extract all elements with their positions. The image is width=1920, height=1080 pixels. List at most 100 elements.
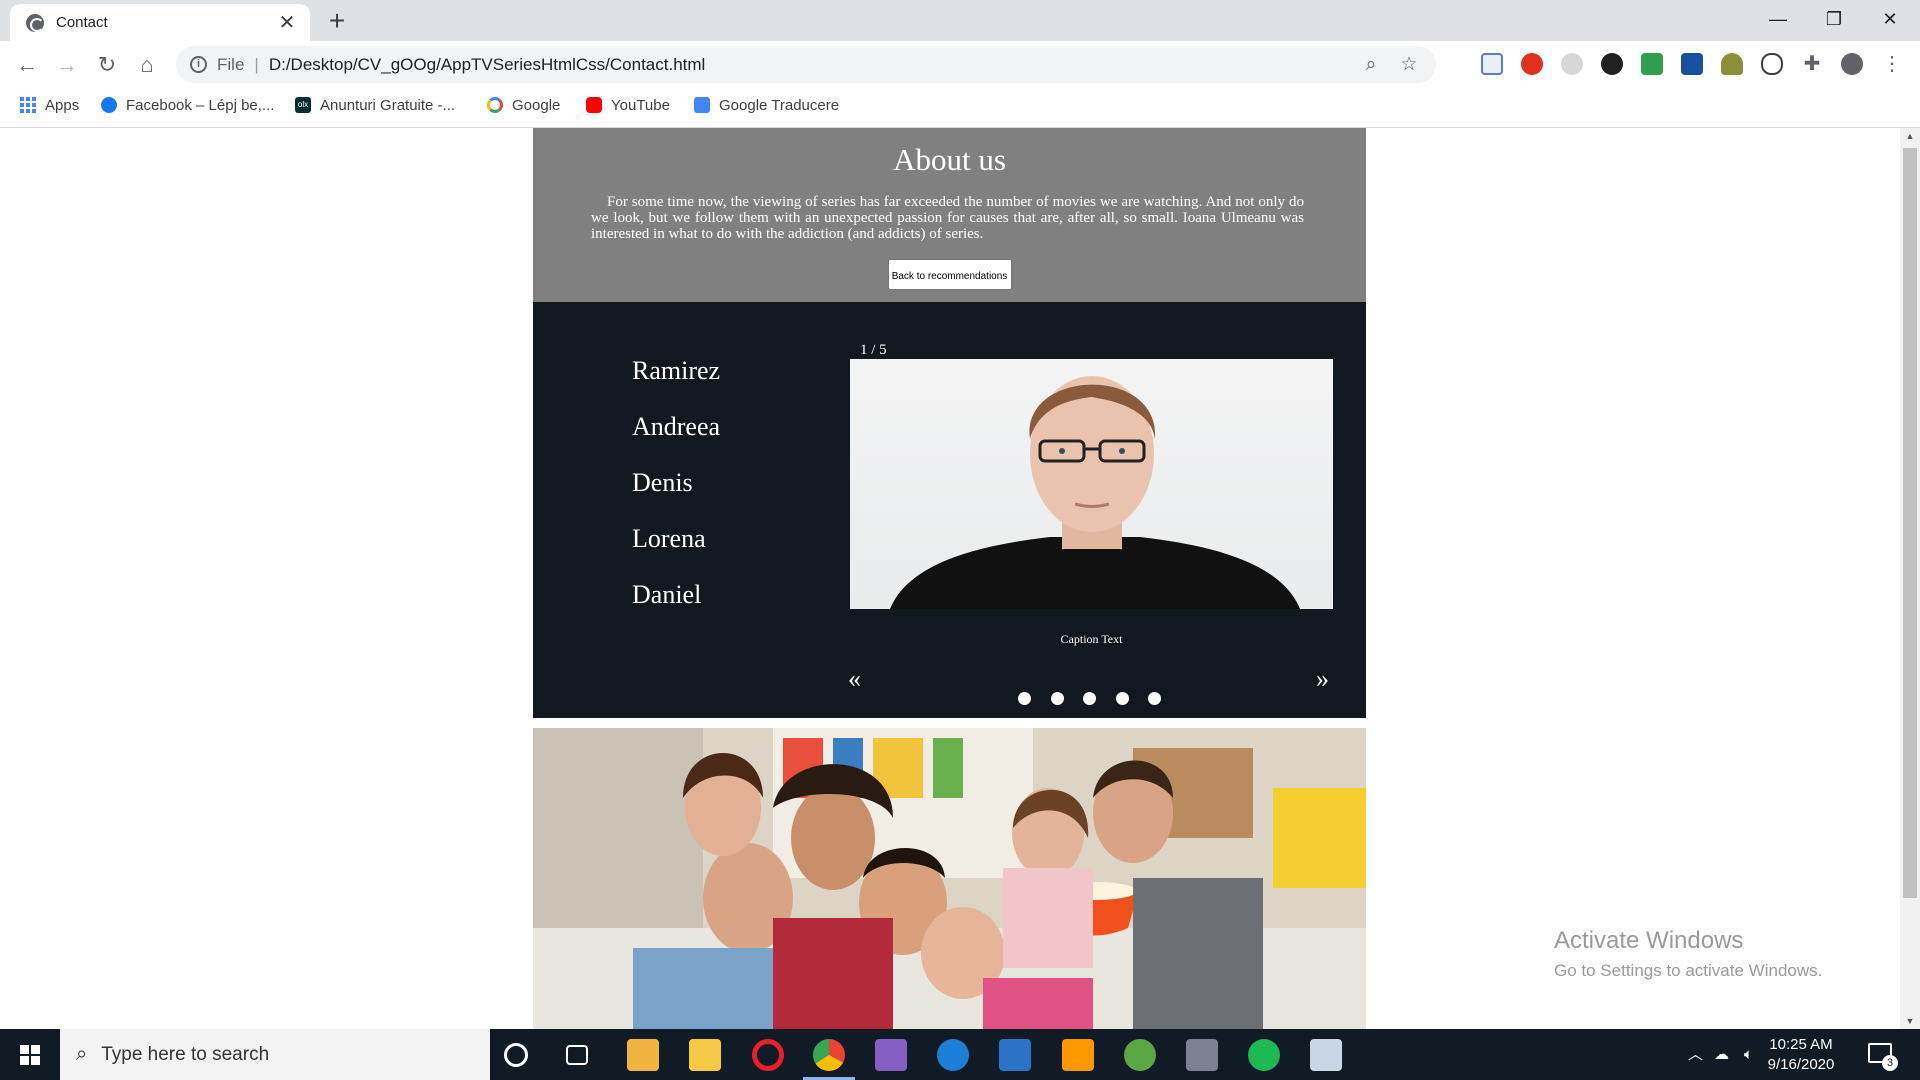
minimize-window-button[interactable]: —: [1750, 4, 1806, 34]
app-window-icon[interactable]: [1310, 1039, 1342, 1071]
back-to-recommendations-button[interactable]: Back to recommendations: [887, 259, 1012, 290]
vertical-scrollbar[interactable]: ▲ ▼: [1900, 128, 1920, 1029]
reload-button[interactable]: ↻: [91, 49, 123, 81]
opera-icon[interactable]: [752, 1039, 784, 1071]
file-explorer-icon[interactable]: [689, 1039, 721, 1071]
info-icon[interactable]: i: [190, 56, 207, 73]
app-icon[interactable]: [1186, 1039, 1218, 1071]
friends-watching-tv-image: [533, 728, 1366, 1029]
browser-tab-contact[interactable]: Contact ✕: [10, 4, 310, 41]
spotify-icon[interactable]: [1248, 1039, 1280, 1071]
next-slide-button[interactable]: »: [1316, 666, 1329, 692]
bookmark-label: Google: [512, 96, 561, 114]
slide-dot[interactable]: [1115, 692, 1129, 705]
restore-window-button[interactable]: ❐: [1806, 4, 1862, 34]
forward-button[interactable]: →: [51, 49, 83, 81]
team-section: Ramirez Andreea Denis Lorena Daniel 1 / …: [533, 302, 1366, 718]
team-member-name[interactable]: Denis: [632, 468, 720, 524]
facebook-icon: [101, 97, 117, 113]
watermark-title: Activate Windows: [1554, 927, 1744, 954]
volume-icon[interactable]: 🔈︎: [1744, 1029, 1753, 1080]
close-tab-icon[interactable]: ✕: [276, 10, 298, 35]
activate-windows-watermark: Activate Windows Go to Settings to activ…: [1554, 927, 1822, 981]
scroll-up-arrow-icon[interactable]: ▲: [1900, 128, 1920, 144]
slide-counter: 1 / 5: [860, 342, 887, 358]
slide-dot[interactable]: [1083, 692, 1096, 705]
action-center-icon[interactable]: 3: [1868, 1043, 1898, 1071]
browser-tabstrip: Contact ✕ + — ❐ ✕: [0, 0, 1920, 41]
team-member-name[interactable]: Daniel: [632, 580, 720, 636]
page-viewport: About us For some time now, the viewing …: [0, 128, 1920, 1029]
about-section: About us For some time now, the viewing …: [533, 128, 1366, 302]
bookmark-star-icon[interactable]: ☆: [1394, 46, 1424, 83]
team-member-name[interactable]: Andreea: [632, 412, 720, 468]
dollar-icon[interactable]: [1641, 53, 1663, 75]
windows-logo-icon: [20, 1044, 40, 1065]
visual-studio-icon[interactable]: [875, 1039, 907, 1071]
new-tab-button[interactable]: +: [322, 6, 352, 36]
extension-icon[interactable]: [1681, 53, 1703, 75]
sublime-text-icon[interactable]: [1062, 1039, 1094, 1071]
start-button[interactable]: [0, 1029, 60, 1080]
team-member-name[interactable]: Lorena: [632, 524, 720, 580]
cortana-icon[interactable]: [504, 1043, 528, 1067]
team-name-list: Ramirez Andreea Denis Lorena Daniel: [632, 356, 720, 636]
address-bar[interactable]: i File | D:/Desktop/CV_gOOg/AppTVSeriesH…: [176, 46, 1436, 83]
extension-icon[interactable]: [1481, 53, 1503, 75]
group-photo-illustration: [533, 728, 1366, 1029]
mail-icon[interactable]: [999, 1039, 1031, 1071]
omnibox-scheme-label: File: [217, 54, 245, 74]
trophy-icon[interactable]: [1721, 53, 1743, 75]
notification-count-badge: 3: [1882, 1055, 1898, 1071]
team-member-name[interactable]: Ramirez: [632, 356, 720, 412]
slide-dots: [1018, 692, 1181, 705]
onedrive-cloud-icon[interactable]: ☁: [1714, 1029, 1729, 1080]
slide-dot[interactable]: [1018, 692, 1031, 705]
store-icon[interactable]: [627, 1039, 659, 1071]
puzzle-extensions-icon[interactable]: ✚: [1801, 53, 1823, 75]
profile-avatar-icon[interactable]: [1841, 53, 1863, 75]
bookmark-apps[interactable]: Apps: [20, 88, 79, 122]
taskbar-clock[interactable]: 10:25 AM 9/16/2020: [1756, 1035, 1846, 1075]
slide-dot[interactable]: [1050, 692, 1064, 705]
bookmark-olx[interactable]: olx Anunturi Gratuite -...: [295, 88, 455, 122]
bookmark-youtube[interactable]: YouTube: [586, 88, 670, 122]
chrome-icon[interactable]: [813, 1039, 845, 1071]
extension-icon[interactable]: [1561, 53, 1583, 75]
about-title: About us: [893, 142, 1006, 177]
back-button[interactable]: ←: [11, 49, 43, 81]
bookmark-label: Google Traducere: [719, 96, 840, 114]
previous-slide-button[interactable]: «: [848, 666, 861, 692]
mouse-icon[interactable]: [1761, 53, 1783, 75]
clock-date: 9/16/2020: [1767, 1056, 1835, 1073]
slide-dot[interactable]: [1148, 692, 1161, 705]
browser-toolbar: ← → ↻ ⌂ i File | D:/Desktop/CV_gOOg/AppT…: [0, 41, 1920, 88]
zoom-icon[interactable]: ⌕: [1356, 46, 1386, 83]
adobe-acrobat-icon[interactable]: [1521, 53, 1543, 75]
task-view-icon[interactable]: [566, 1045, 588, 1065]
show-hidden-icons-chevron-icon[interactable]: ︿: [1688, 1029, 1703, 1080]
utorrent-icon[interactable]: [1124, 1039, 1156, 1071]
apps-grid-icon: [20, 97, 36, 113]
bookmark-google[interactable]: Google: [487, 88, 560, 122]
taskbar-search-placeholder: Type here to search: [101, 1043, 270, 1065]
search-icon: ⌕: [76, 1043, 88, 1065]
extension-icon[interactable]: [1601, 53, 1623, 75]
bookmark-google-translate[interactable]: Google Traducere: [694, 88, 839, 122]
watermark-subtitle: Go to Settings to activate Windows.: [1554, 961, 1823, 980]
close-window-button[interactable]: ✕: [1862, 4, 1918, 34]
tab-title: Contact: [56, 14, 108, 31]
olx-icon: olx: [295, 97, 311, 113]
more-menu-icon[interactable]: ⋮: [1881, 53, 1903, 75]
bookmark-label: YouTube: [611, 96, 670, 114]
home-button[interactable]: ⌂: [131, 49, 163, 81]
edge-icon[interactable]: [937, 1039, 969, 1071]
bookmark-label: Anunturi Gratuite -...: [320, 96, 456, 114]
scrollbar-thumb[interactable]: [1903, 148, 1917, 898]
bookmark-facebook[interactable]: Facebook – Lépj be,...: [101, 88, 274, 122]
omnibox-separator: |: [254, 54, 259, 74]
url-text[interactable]: D:/Desktop/CV_gOOg/AppTVSeriesHtmlCss/Co…: [269, 55, 705, 75]
google-icon: [487, 97, 503, 113]
taskbar-search-box[interactable]: ⌕ Type here to search: [60, 1029, 490, 1080]
scroll-down-arrow-icon[interactable]: ▼: [1900, 1013, 1920, 1029]
